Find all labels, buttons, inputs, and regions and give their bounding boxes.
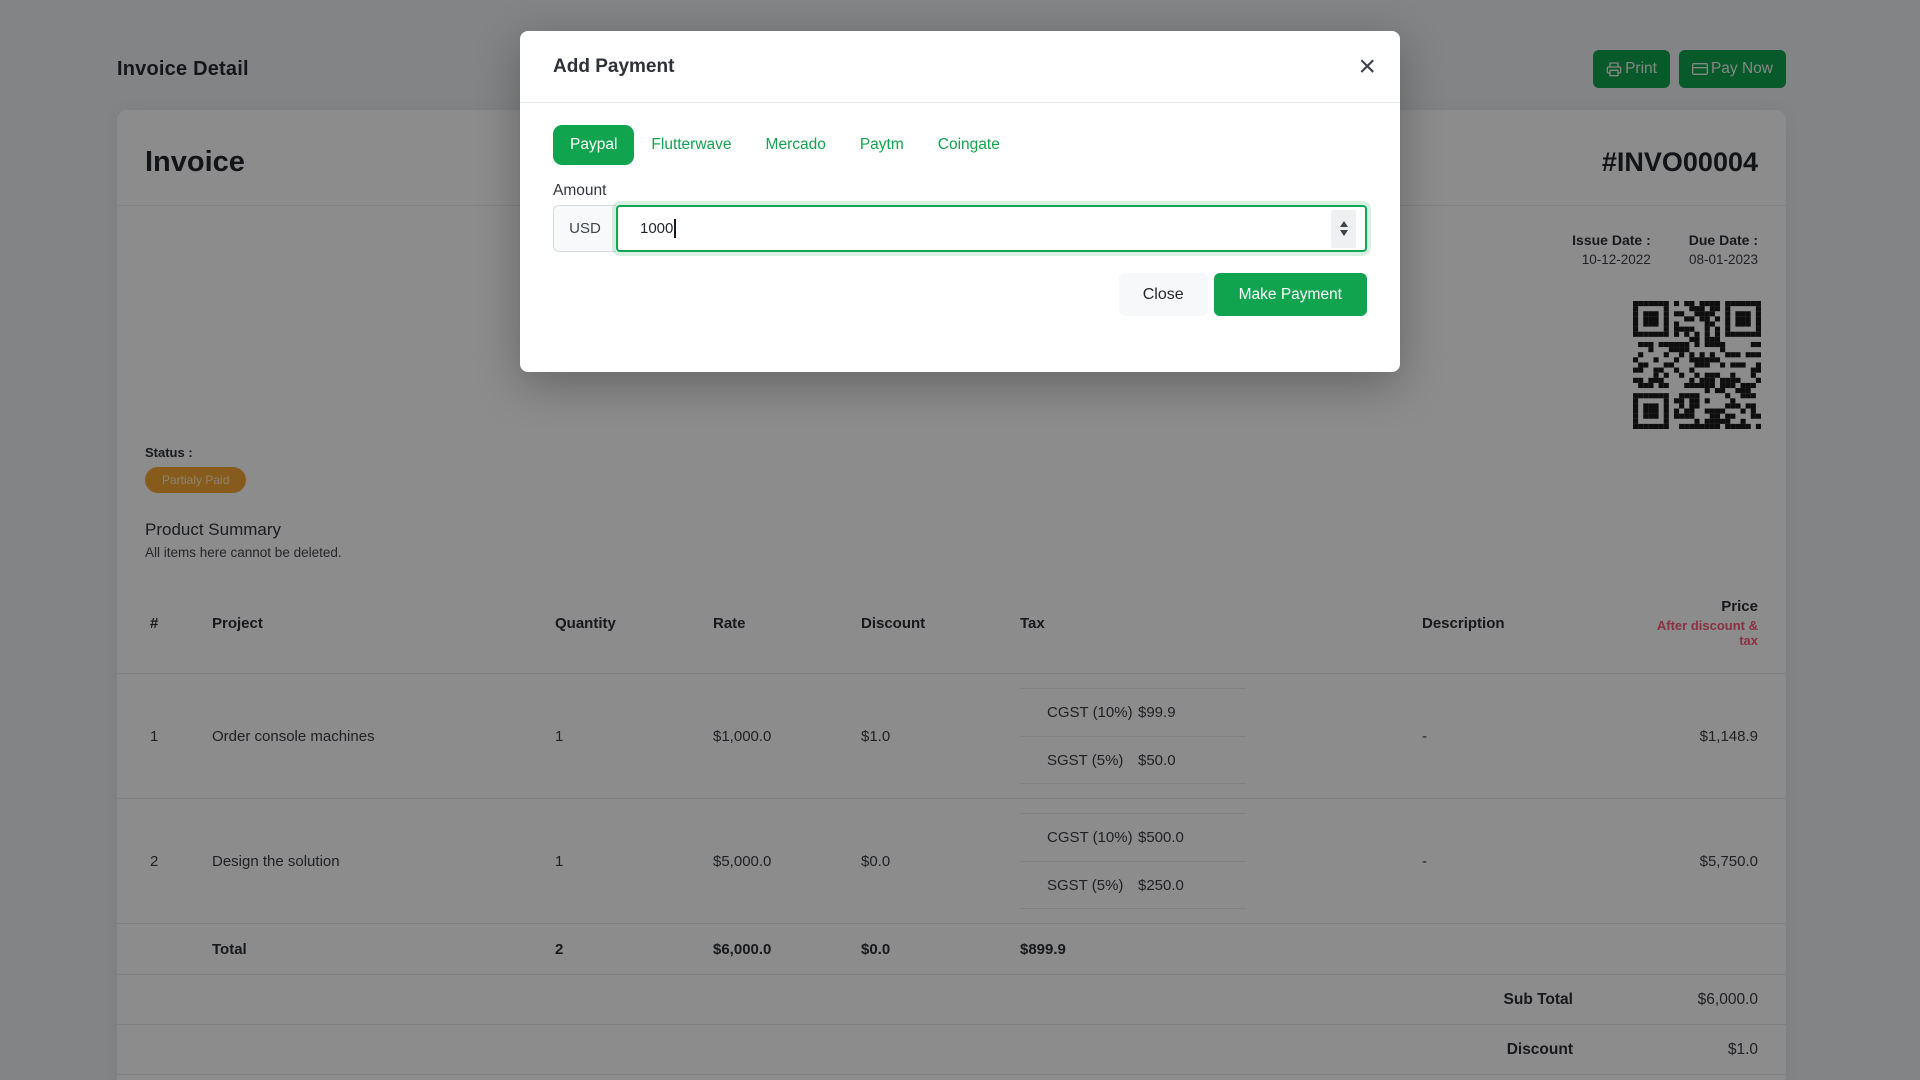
text-cursor [674,219,676,238]
tab-flutterwave[interactable]: Flutterwave [634,125,748,165]
currency-addon: USD [553,205,616,252]
payment-method-tabs: PaypalFlutterwaveMercadoPaytmCoingate [553,125,1367,165]
spinner-up-icon[interactable] [1340,221,1348,227]
spinner-down-icon[interactable] [1340,230,1348,236]
tab-mercado[interactable]: Mercado [749,125,843,165]
make-payment-button[interactable]: Make Payment [1214,273,1367,316]
modal-title: Add Payment [553,56,674,78]
tab-paytm[interactable]: Paytm [843,125,921,165]
amount-value: 1000 [640,220,673,237]
close-icon[interactable]: × [1358,52,1376,82]
amount-input[interactable]: 1000 [616,205,1367,252]
add-payment-modal: Add Payment × PaypalFlutterwaveMercadoPa… [520,31,1400,372]
amount-label: Amount [553,182,1367,200]
modal-body: PaypalFlutterwaveMercadoPaytmCoingate Am… [520,103,1400,372]
modal-footer: Close Make Payment [553,273,1367,316]
tab-coingate[interactable]: Coingate [921,125,1017,165]
close-button[interactable]: Close [1119,273,1208,316]
tab-paypal[interactable]: Paypal [553,125,634,165]
number-spinner[interactable] [1331,210,1356,248]
modal-header: Add Payment × [520,31,1400,103]
amount-input-group: USD 1000 [553,205,1367,252]
